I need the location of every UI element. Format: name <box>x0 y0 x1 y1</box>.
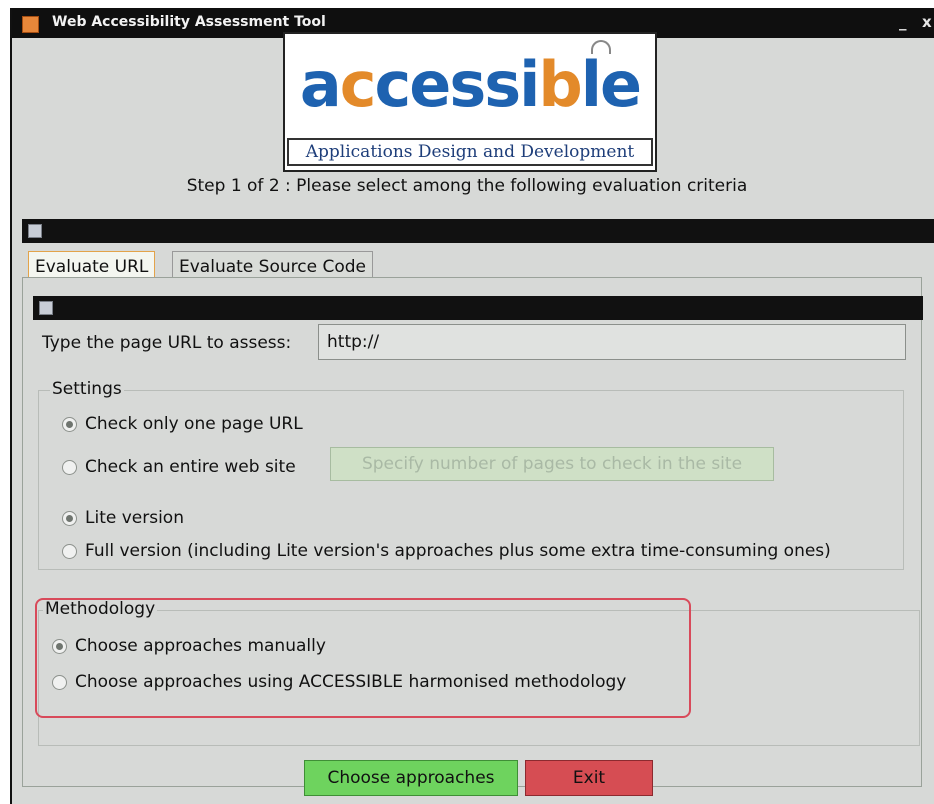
radio-lite-version[interactable]: Lite version <box>62 508 184 528</box>
radio-full-version[interactable]: Full version (including Lite version's a… <box>62 541 831 561</box>
radio-unselected-icon[interactable] <box>62 459 77 475</box>
radio-selected-icon[interactable] <box>62 510 77 526</box>
logo-tagline: Applications Design and Development <box>287 138 653 166</box>
logo-letter-b-orange: b <box>538 48 582 121</box>
internal-frame-header <box>22 219 934 243</box>
inner-frame-header <box>33 296 923 320</box>
frame-icon <box>28 224 42 238</box>
radio-check-entire-site[interactable]: Check an entire web site <box>62 457 296 477</box>
close-button[interactable]: x <box>922 13 932 31</box>
settings-legend: Settings <box>50 379 124 399</box>
minimize-button[interactable]: _ <box>899 13 907 31</box>
window-title: Web Accessibility Assessment Tool <box>52 14 326 30</box>
radio-selected-icon[interactable] <box>62 416 77 432</box>
methodology-highlight-box <box>35 598 691 718</box>
radio-unselected-icon[interactable] <box>62 543 77 559</box>
frame-icon <box>39 301 53 315</box>
logo-letter-c-orange: c <box>339 48 377 121</box>
url-input[interactable]: http:// <box>318 324 906 360</box>
exit-button[interactable]: Exit <box>525 760 653 796</box>
radio-check-one-page[interactable]: Check only one page URL <box>62 414 303 434</box>
url-label: Type the page URL to assess: <box>42 333 292 353</box>
radio-label: Check an entire web site <box>85 457 296 477</box>
accessible-logo: accessible Applications Design and Devel… <box>283 32 657 172</box>
step-instruction: Step 1 of 2 : Please select among the fo… <box>186 176 748 196</box>
logo-letters-cessi: cessi <box>374 48 541 121</box>
java-app-icon <box>22 16 39 33</box>
logo-wordmark: accessible <box>285 48 655 121</box>
radio-label: Lite version <box>85 508 184 528</box>
choose-approaches-button[interactable]: Choose approaches <box>304 760 518 796</box>
specify-pages-button: Specify number of pages to check in the … <box>330 447 774 481</box>
logo-letters-le: le <box>580 48 642 121</box>
logo-letter-a: a <box>299 48 342 121</box>
radio-label: Full version (including Lite version's a… <box>85 541 831 561</box>
radio-label: Check only one page URL <box>85 414 303 434</box>
